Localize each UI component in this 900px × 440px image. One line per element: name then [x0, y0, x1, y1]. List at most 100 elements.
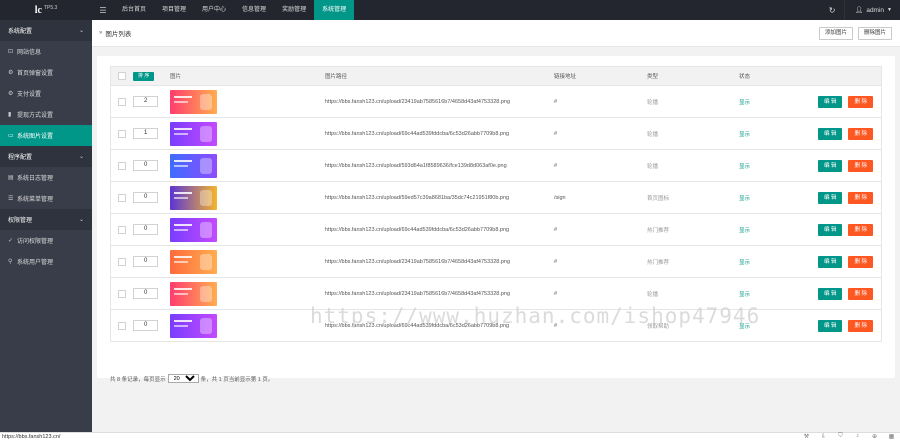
row-checkbox[interactable]	[118, 257, 126, 266]
per-page-select[interactable]: 20	[167, 374, 199, 383]
thumbnail-image	[170, 313, 217, 338]
nav-item-5[interactable]: 系统管理	[314, 0, 355, 20]
sidebar-item-11[interactable]: ⚲ 系统用户管理	[0, 251, 92, 272]
status-badge[interactable]: 显示	[739, 164, 750, 170]
sidebar-group-label: 权限管理	[8, 218, 33, 224]
image-path: https://bbs.fansh123.cn/upload/69c44ad53…	[325, 322, 510, 329]
breadcrumb-bar: » 图片列表 添加图片 删除图片	[92, 20, 900, 47]
image-type: 热门推荐	[647, 259, 670, 266]
sidebar-group-6[interactable]: 程序配置 ⌄	[0, 146, 92, 167]
sidebar-group-9[interactable]: 权限管理 ⌄	[0, 209, 92, 230]
delete-button[interactable]: 删 除	[848, 255, 873, 268]
file-icon: ▤	[8, 175, 14, 181]
add-image-button[interactable]: 添加图片	[818, 26, 853, 40]
delete-image-button[interactable]: 删除图片	[857, 26, 892, 40]
delete-button[interactable]: 删 除	[848, 159, 873, 172]
nav-item-3[interactable]: 信息管理	[234, 0, 274, 20]
user-icon: ⚲	[8, 259, 13, 265]
sort-order-input[interactable]: 0	[133, 160, 158, 171]
shield-icon[interactable]: ⛉	[832, 433, 849, 440]
sidebar-item-2[interactable]: ⚙ 首页弹窗设置	[0, 62, 92, 83]
sort-order-input[interactable]: 1	[133, 128, 158, 139]
sidebar-item-5[interactable]: ▭ 系统图片设置	[0, 125, 92, 146]
sort-order-input[interactable]: 0	[133, 288, 158, 299]
image-icon: ▭	[8, 133, 14, 139]
edit-button[interactable]: 编 辑	[817, 319, 843, 332]
sort-button[interactable]: 排 序	[133, 71, 155, 81]
image-type: 首页图标	[647, 195, 670, 202]
sort-order-input[interactable]: 0	[133, 320, 158, 331]
row-checkbox[interactable]	[118, 129, 126, 138]
sidebar-item-8[interactable]: ☰ 系统菜单管理	[0, 188, 92, 209]
sidebar-item-1[interactable]: ⊡ 网站信息	[0, 41, 92, 62]
header-image: 图片	[170, 74, 182, 80]
nav-item-4[interactable]: 奖励管理	[274, 0, 314, 20]
nav-item-2[interactable]: 用户中心	[194, 0, 234, 20]
edit-button[interactable]: 编 辑	[817, 127, 843, 140]
status-badge[interactable]: 显示	[739, 292, 750, 298]
tool-icon[interactable]: ⚒	[798, 433, 815, 440]
select-all-checkbox[interactable]	[118, 72, 126, 80]
nav-item-0[interactable]: 后台首页	[114, 0, 154, 20]
row-checkbox[interactable]	[118, 225, 126, 234]
row-checkbox[interactable]	[118, 193, 126, 202]
pager-prefix: 共 8 条记录，每页显示	[110, 376, 166, 383]
grid-icon[interactable]: ▦	[883, 433, 900, 440]
sidebar-group-0[interactable]: 系统配置 ⌄	[0, 20, 92, 41]
image-type: 轮播	[647, 163, 659, 170]
thumbnail-image	[170, 121, 217, 146]
delete-button[interactable]: 删 除	[848, 191, 873, 204]
user-menu[interactable]: 👤︎ admin ▼	[844, 0, 900, 20]
sidebar-item-7[interactable]: ▤ 系统日志管理	[0, 167, 92, 188]
image-path: https://bbs.fansh123.cn/upload/69c44ad53…	[325, 130, 510, 137]
list-icon: ☰	[8, 196, 14, 202]
edit-button[interactable]: 编 辑	[817, 223, 843, 236]
header-link: 链接地址	[554, 74, 577, 80]
delete-button[interactable]: 删 除	[848, 223, 873, 236]
link-address: #	[554, 130, 558, 137]
row-checkbox[interactable]	[118, 321, 126, 330]
link-address: #	[554, 162, 558, 169]
sidebar-item-10[interactable]: ✓ 访问权限管理	[0, 230, 92, 251]
nav-item-1[interactable]: 项目管理	[154, 0, 194, 20]
image-path: https://bbs.fansh123.cn/upload/69c44ad53…	[325, 226, 510, 233]
image-type: 轮播	[647, 131, 659, 138]
status-badge[interactable]: 显示	[739, 196, 750, 202]
edit-button[interactable]: 编 辑	[817, 255, 843, 268]
header-status: 状态	[739, 74, 751, 80]
sidebar: 系统配置 ⌄ ⊡ 网站信息 ⚙ 首页弹窗设置 ⚙ 支付设置 ▮ 提现方式设置 ▭ 系统图片设置 程序配置…	[0, 20, 92, 432]
delete-button[interactable]: 删 除	[848, 287, 873, 300]
zoom-icon[interactable]: ⊕	[866, 433, 883, 440]
edit-button[interactable]: 编 辑	[817, 191, 843, 204]
sidebar-item-4[interactable]: ▮ 提现方式设置	[0, 104, 92, 125]
table-row: 0 https://bbs.fansh123.cn/upload/593d64a1…	[110, 150, 882, 182]
refresh-icon[interactable]: ↻	[820, 6, 844, 15]
status-badge[interactable]: 显示	[739, 100, 750, 106]
status-badge[interactable]: 显示	[739, 260, 750, 266]
status-badge[interactable]: 显示	[739, 228, 750, 234]
gear-icon: ⚙	[8, 91, 14, 97]
sort-order-input[interactable]: 2	[133, 96, 158, 107]
delete-button[interactable]: 删 除	[848, 127, 873, 140]
menu-toggle-icon[interactable]: ☰	[92, 0, 114, 20]
row-checkbox[interactable]	[118, 161, 126, 170]
download-icon[interactable]: ⇩	[815, 433, 832, 440]
speaker-icon[interactable]: ♪	[849, 433, 866, 440]
row-checkbox[interactable]	[118, 97, 126, 106]
sidebar-item-3[interactable]: ⚙ 支付设置	[0, 83, 92, 104]
edit-button[interactable]: 编 辑	[817, 287, 843, 300]
status-badge[interactable]: 显示	[739, 132, 750, 138]
status-badge[interactable]: 显示	[739, 324, 750, 330]
sort-order-input[interactable]: 0	[133, 256, 158, 267]
edit-button[interactable]: 编 辑	[817, 159, 843, 172]
sort-order-input[interactable]: 0	[133, 224, 158, 235]
edit-button[interactable]: 编 辑	[817, 95, 843, 108]
double-chevron-icon: »	[99, 30, 103, 36]
thumbnail-image	[170, 185, 217, 210]
sort-order-input[interactable]: 0	[133, 192, 158, 203]
delete-button[interactable]: 删 除	[848, 95, 873, 108]
logo[interactable]: lc TP5.3	[0, 0, 92, 20]
row-checkbox[interactable]	[118, 289, 126, 298]
table-body: 2 https://bbs.fansh123.cn/upload/23419ab7…	[110, 86, 882, 342]
delete-button[interactable]: 删 除	[848, 319, 873, 332]
